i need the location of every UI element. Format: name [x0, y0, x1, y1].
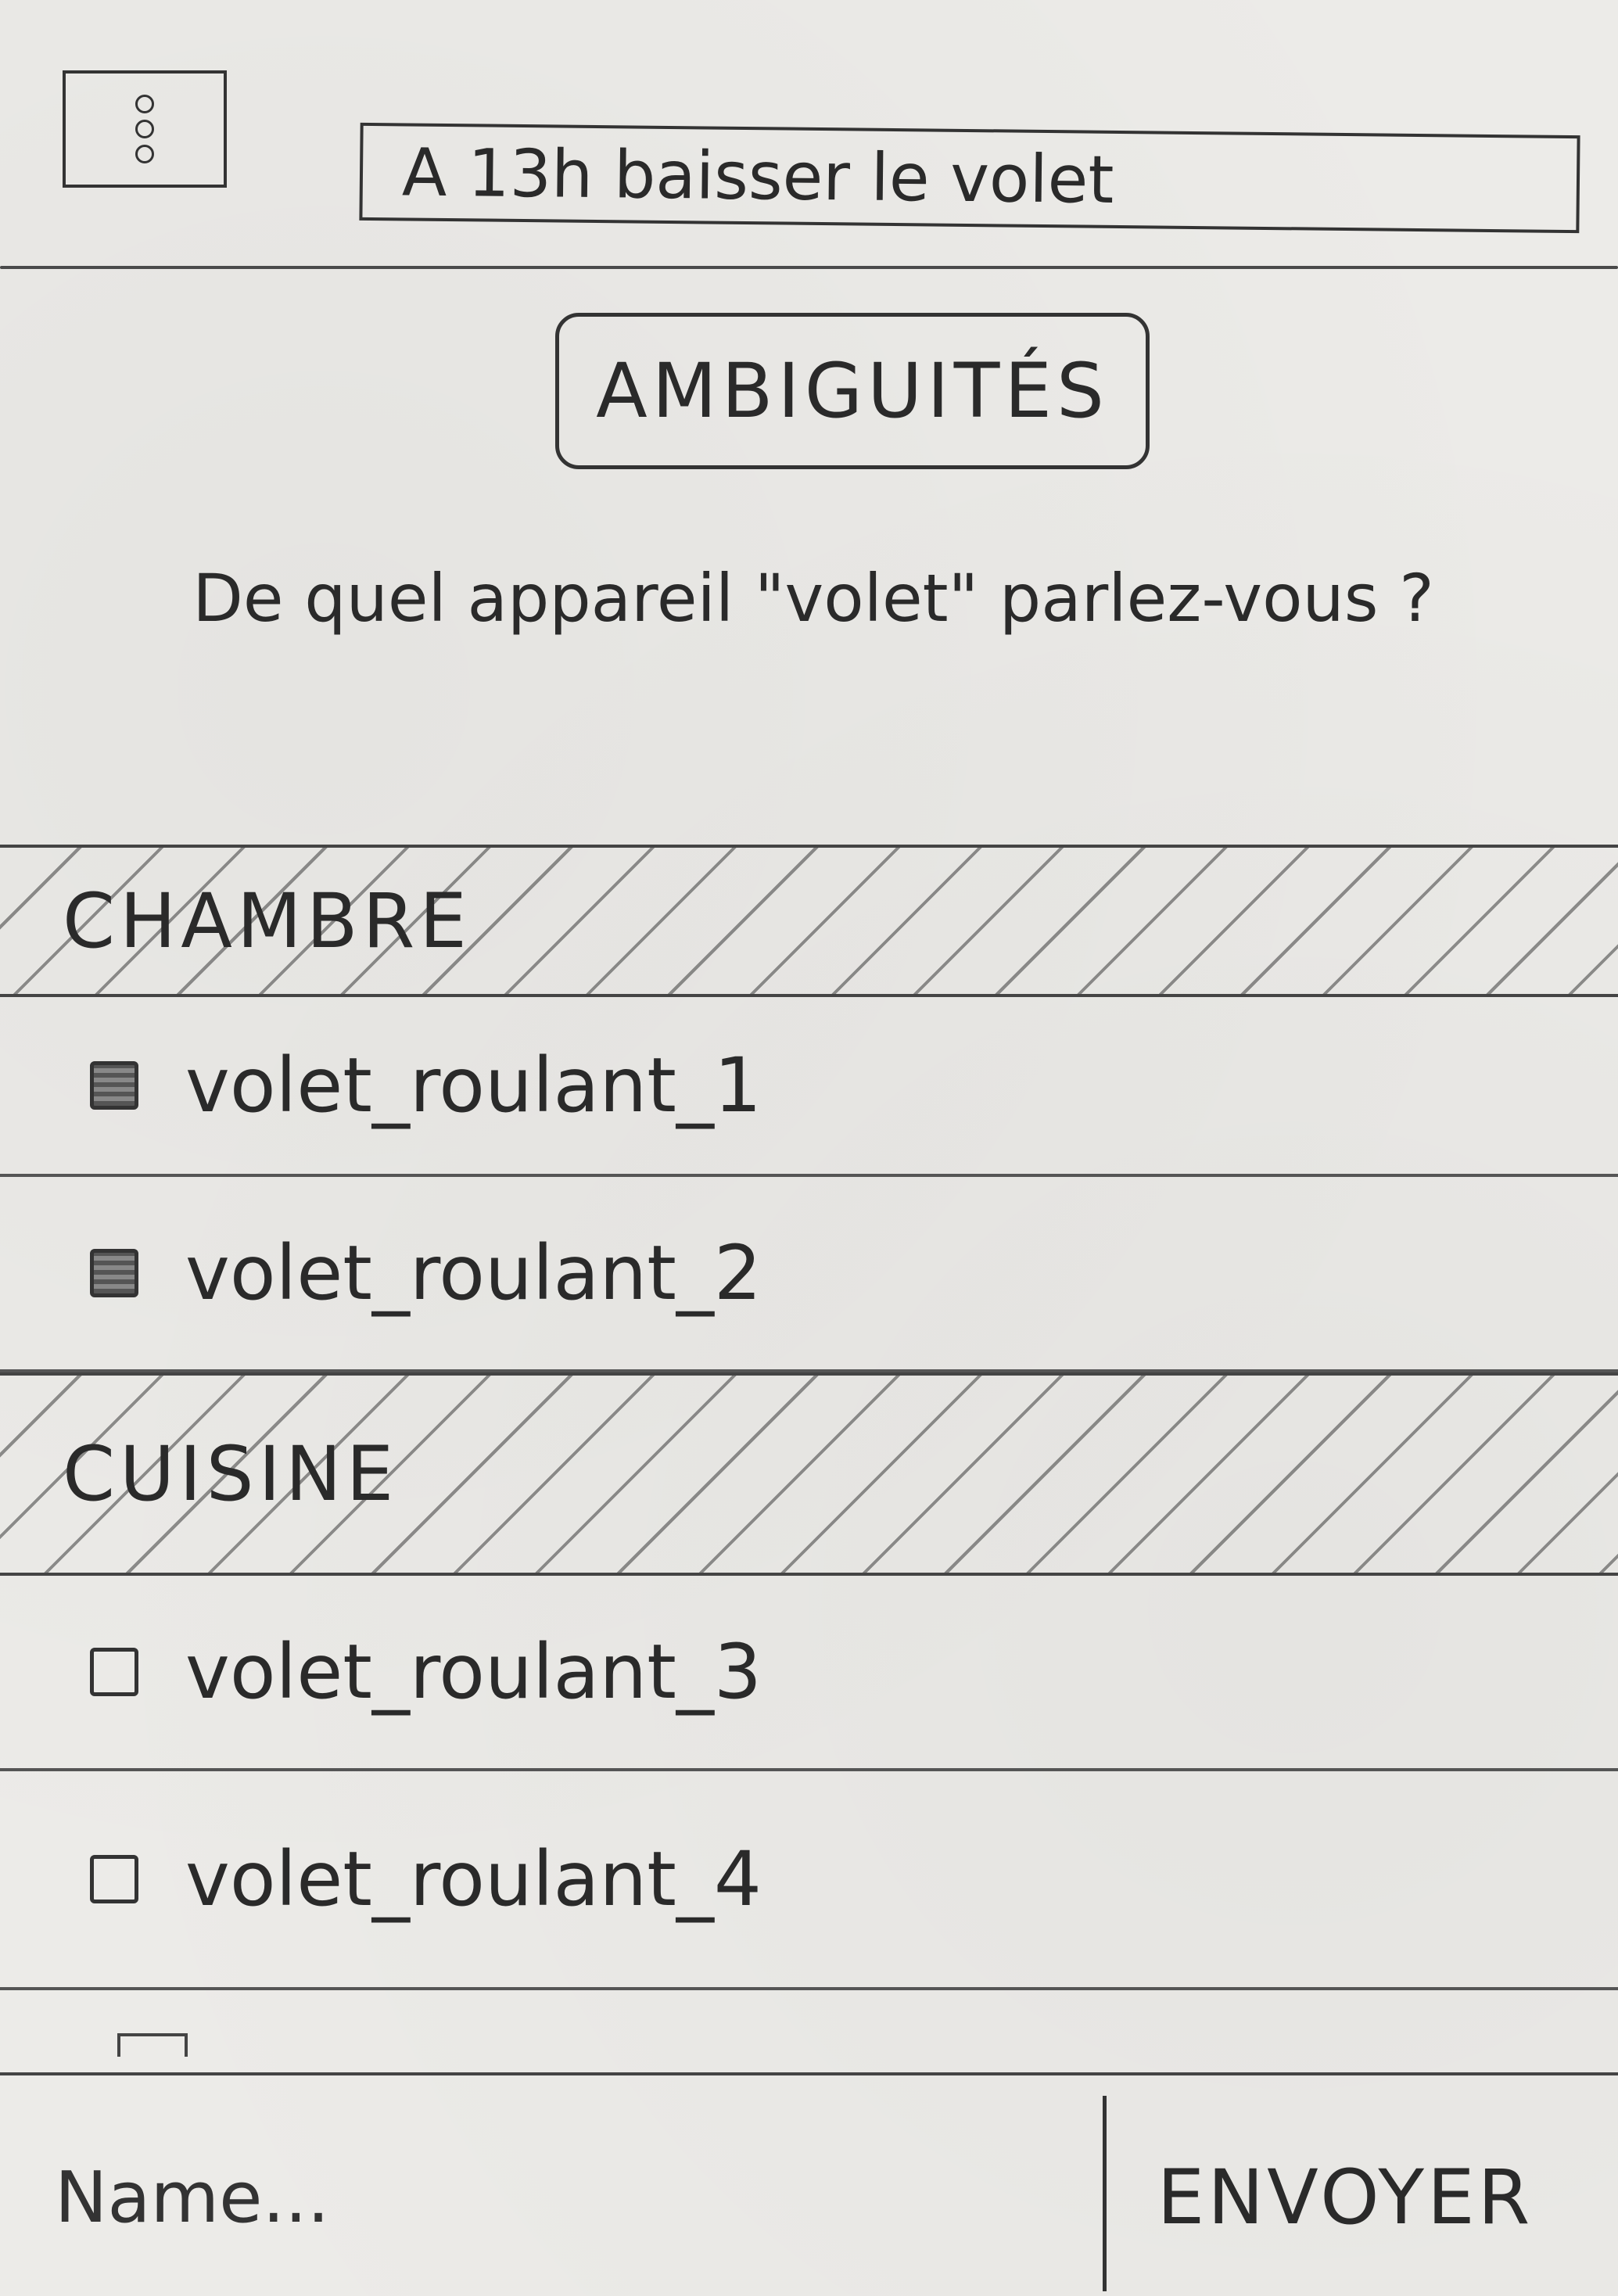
- group-header-chambre: CHAMBRE: [0, 845, 1618, 997]
- device-checkbox[interactable]: [90, 1249, 138, 1297]
- header-divider: [0, 266, 1618, 269]
- device-row-volet-roulant-4[interactable]: volet_roulant_4: [0, 1771, 1618, 1990]
- device-row-volet-roulant-3[interactable]: volet_roulant_3: [0, 1576, 1618, 1771]
- partial-checkbox-scrolled: [117, 2033, 188, 2057]
- group-header-cuisine: CUISINE: [0, 1372, 1618, 1576]
- composer-vertical-divider: [1103, 2096, 1107, 2291]
- menu-button[interactable]: [63, 70, 227, 188]
- group-header-label: CHAMBRE: [63, 877, 472, 965]
- device-label: volet_roulant_1: [185, 1042, 762, 1129]
- name-input[interactable]: Name...: [55, 2111, 1071, 2283]
- composer-divider-line: [0, 2072, 1618, 2075]
- ambiguity-title: AMBIGUITÉS: [555, 313, 1150, 469]
- device-checkbox[interactable]: [90, 1061, 138, 1110]
- ambiguity-question: De quel appareil "volet" parlez-vous ?: [192, 560, 1434, 637]
- device-label: volet_roulant_3: [185, 1628, 762, 1716]
- menu-dot-icon: [135, 120, 154, 138]
- device-row-volet-roulant-1[interactable]: volet_roulant_1: [0, 997, 1618, 1177]
- menu-dot-icon: [135, 95, 154, 113]
- device-checkbox[interactable]: [90, 1855, 138, 1903]
- menu-dot-icon: [135, 145, 154, 163]
- group-header-label: CUISINE: [63, 1430, 399, 1518]
- send-button[interactable]: ENVOYER: [1126, 2111, 1564, 2283]
- device-row-volet-roulant-2[interactable]: volet_roulant_2: [0, 1177, 1618, 1372]
- device-label: volet_roulant_2: [185, 1229, 762, 1317]
- command-input[interactable]: A 13h baisser le volet: [359, 122, 1580, 234]
- device-label: volet_roulant_4: [185, 1835, 762, 1923]
- device-checkbox[interactable]: [90, 1648, 138, 1696]
